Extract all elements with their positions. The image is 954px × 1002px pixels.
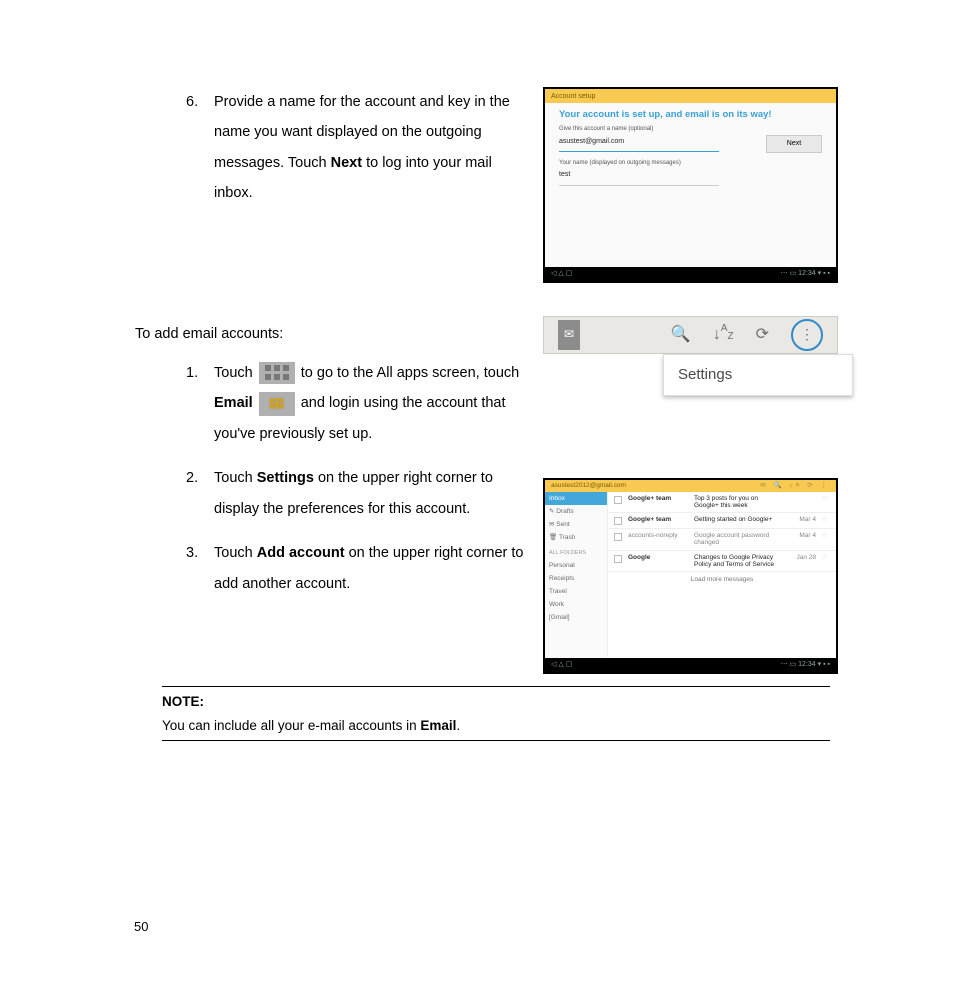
page-number: 50 [134,913,148,940]
note-rule-top [162,686,830,687]
sort-icon[interactable]: ↓AZ [713,318,734,352]
subject: Top 3 posts for you on Google+ this week [694,495,784,509]
step-2-text-a: Touch [214,470,257,486]
sidebar-item-gmail[interactable]: [Gmail] [545,611,607,624]
fig3-nav-right: ⋯ ▭ 12:34 ▾ ▪ ▪ [781,658,830,672]
step-6-bold: Next [331,155,362,171]
date: Jan 28 [790,554,816,561]
fig1-value-account-name[interactable]: asustest@gmail.com [559,135,719,153]
date: Mar 4 [790,516,816,523]
step-2: 2. Touch Settings on the upper right cor… [214,463,536,524]
compose-icon[interactable]: ✉ [558,320,580,349]
sidebar-item-personal[interactable]: Personal [545,559,607,572]
screenshot-inbox: asustest2012@gmail.com ✉ 🔍 ↕≡ ⟳ ⋮ Inbox … [543,478,838,674]
email-app-icon [259,392,295,416]
fig1-nav-right: ⋯ ▭ 12:34 ▾ ▪ ▪ [781,267,830,281]
from: accounts-noreply [628,532,688,539]
fig1-next-button[interactable]: Next [766,135,822,153]
step-3-text-a: Touch [214,545,257,561]
sidebar-section-all-folders: ALL FOLDERS [545,547,607,559]
step-2-number: 2. [186,463,198,493]
add-accounts-intro: To add email accounts: [135,319,283,349]
step-1-bold-email: Email [214,395,253,411]
checkbox-icon[interactable] [614,517,622,525]
step-1: 1. Touch to go to the All apps screen, t… [214,358,536,449]
list-item[interactable]: Google Changes to Google Privacy Policy … [608,551,836,572]
note-body: You can include all your e-mail accounts… [162,715,830,737]
subject: Changes to Google Privacy Policy and Ter… [694,554,784,568]
star-icon[interactable]: ☆ [822,554,830,561]
refresh-icon[interactable]: ⟳ [756,318,769,352]
from: Google+ team [628,495,688,502]
step-3: 3. Touch Add account on the upper right … [214,538,536,599]
fig1-label-account-name: Give this account a name (optional) [559,126,822,133]
fig1-label-your-name: Your name (displayed on outgoing message… [559,160,822,167]
checkbox-icon[interactable] [614,533,622,541]
subject: Google account password changed [694,532,784,546]
subject: Getting started on Google+ [694,516,784,523]
date: Mar 4 [790,532,816,539]
sidebar-item-drafts[interactable]: ✎ Drafts [545,505,607,518]
note-body-a: You can include all your e-mail accounts… [162,718,420,733]
fig3-sidebar: Inbox ✎ Drafts ✉ Sent 🗑 Trash ALL FOLDER… [545,492,608,660]
step-6-number: 6. [186,87,198,117]
sidebar-item-sent[interactable]: ✉ Sent [545,518,607,531]
list-item[interactable]: Google+ team Top 3 posts for you on Goog… [608,492,836,513]
sidebar-item-receipts[interactable]: Receipts [545,572,607,585]
fig3-account-label[interactable]: asustest2012@gmail.com [551,482,626,489]
screenshot-account-setup: Account setup Your account is set up, an… [543,87,838,283]
search-icon[interactable]: 🔍 [671,318,691,352]
star-icon[interactable]: ☆ [822,516,830,523]
checkbox-icon[interactable] [614,496,622,504]
sidebar-item-work[interactable]: Work [545,598,607,611]
fig1-nav-left[interactable]: ◁ △ ▢ [551,267,572,281]
note-rule-bottom [162,740,830,741]
checkbox-icon[interactable] [614,555,622,563]
star-icon[interactable]: ☆ [822,495,830,502]
note-title: NOTE: [162,691,830,713]
note-block: NOTE: You can include all your e-mail ac… [162,686,830,741]
star-icon[interactable]: ☆ [822,532,830,539]
overflow-menu-icon[interactable]: ⋮ [791,319,823,351]
fig1-headline: Your account is set up, and email is on … [559,109,822,120]
fig3-message-list: Google+ team Top 3 posts for you on Goog… [608,492,836,660]
list-item[interactable]: accounts-noreply Google account password… [608,529,836,550]
from: Google+ team [628,516,688,523]
sidebar-item-trash[interactable]: 🗑 Trash [545,531,607,544]
step-3-bold: Add account [257,545,345,561]
from: Google [628,554,688,561]
step-1-text-b: to go to the All apps screen, touch [297,365,519,381]
step-2-bold: Settings [257,470,314,486]
note-body-b: . [456,718,460,733]
step-1-text-c: and login using the account that you've … [214,395,506,441]
step-3-number: 3. [186,538,198,568]
fig3-nav-left[interactable]: ◁ △ ▢ [551,658,572,672]
sidebar-item-inbox[interactable]: Inbox [545,492,607,505]
load-more-button[interactable]: Load more messages [608,572,836,587]
all-apps-icon [259,362,295,384]
step-1-number: 1. [186,358,198,388]
settings-menu-item[interactable]: Settings [663,354,853,396]
sidebar-item-travel[interactable]: Travel [545,585,607,598]
fig1-value-your-name[interactable]: test [559,168,719,186]
step-6: 6. Provide a name for the account and ke… [214,87,529,209]
step-1-text-a: Touch [214,365,257,381]
list-item[interactable]: Google+ team Getting started on Google+ … [608,513,836,529]
screenshot-settings-menu: ✉ 🔍 ↓AZ ⟳ ⋮ Settings [543,316,838,400]
note-body-bold: Email [420,718,456,733]
fig3-toolbar-icons[interactable]: ✉ 🔍 ↕≡ ⟳ ⋮ [760,480,830,492]
